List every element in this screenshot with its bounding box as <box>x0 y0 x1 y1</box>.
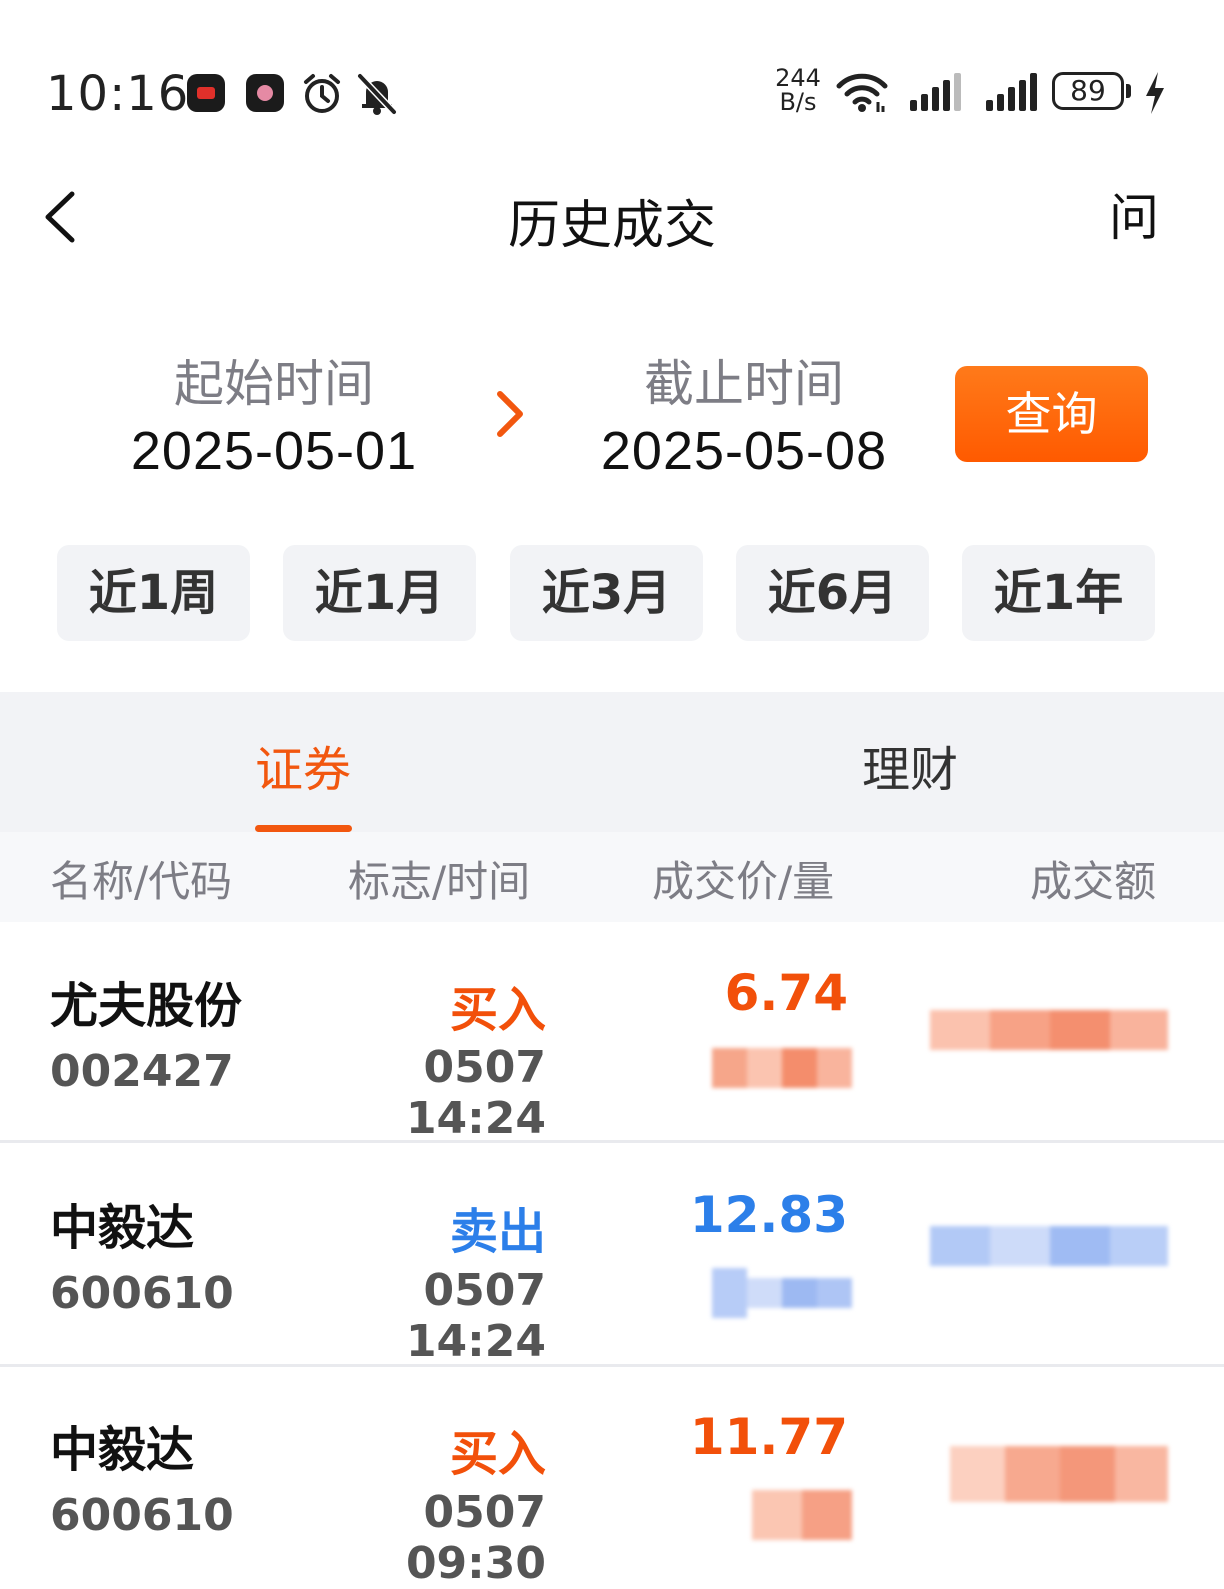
trade-price: 11.77 <box>689 1408 848 1466</box>
trade-time: 0507 14:24 <box>405 1265 546 1367</box>
trade-time: 0507 14:24 <box>405 1042 546 1144</box>
chevron-right-icon <box>497 391 523 437</box>
charging-icon <box>1146 72 1164 114</box>
stock-name: 尤夫股份 <box>50 978 243 1034</box>
trade-side-badge: 卖出 <box>449 1204 546 1260</box>
tab-securities[interactable]: 证券 <box>153 730 453 800</box>
start-date-value[interactable]: 2025-05-01 <box>64 420 484 482</box>
end-date-value[interactable]: 2025-05-08 <box>534 420 954 482</box>
status-time: 10:16 <box>46 66 190 122</box>
stock-code: 600610 <box>50 1268 234 1319</box>
period-chip-1week[interactable]: 近1周 <box>57 545 250 641</box>
redacted-volume <box>712 1048 852 1088</box>
battery-tip <box>1126 84 1131 98</box>
header-price-volume: 成交价/量 <box>652 857 835 906</box>
redacted-amount <box>930 1010 1168 1050</box>
redacted-amount <box>930 1226 1168 1266</box>
period-chip-1month[interactable]: 近1月 <box>283 545 476 641</box>
page-title: 历史成交 <box>507 196 716 256</box>
period-chip-3months[interactable]: 近3月 <box>510 545 703 641</box>
stock-name: 中毅达 <box>50 1422 195 1478</box>
tab-wealth-management[interactable]: 理财 <box>760 730 1060 800</box>
stock-code: 600610 <box>50 1490 234 1541</box>
header-flag-time: 标志/时间 <box>348 857 531 906</box>
end-date-label: 截止时间 <box>644 355 844 413</box>
stock-name: 中毅达 <box>50 1200 195 1256</box>
signal-icon <box>910 73 961 111</box>
start-date-label: 起始时间 <box>174 355 374 413</box>
app-pink-icon <box>246 74 284 112</box>
signal-icon <box>986 73 1037 111</box>
wifi-icon <box>836 73 888 112</box>
query-button[interactable]: 查询 <box>955 366 1148 462</box>
trade-time: 0507 09:30 <box>405 1487 546 1589</box>
trade-side-badge: 买入 <box>449 1426 546 1482</box>
trade-price: 6.74 <box>724 964 848 1022</box>
help-button[interactable]: 问 <box>1104 188 1164 248</box>
bell-off-icon <box>357 73 397 115</box>
alarm-icon <box>304 74 340 113</box>
battery-icon: 89 <box>1052 72 1124 110</box>
redacted-volume <box>712 1268 852 1318</box>
header-name-code: 名称/代码 <box>50 857 233 906</box>
active-tab-indicator <box>255 825 352 832</box>
trade-price: 12.83 <box>689 1186 848 1244</box>
header-amount: 成交额 <box>1030 857 1157 906</box>
trade-side-badge: 买入 <box>449 982 546 1038</box>
period-chip-1year[interactable]: 近1年 <box>962 545 1155 641</box>
stock-code: 002427 <box>50 1046 234 1097</box>
app-red-icon <box>187 74 225 112</box>
network-speed: 244 B/s <box>775 64 821 116</box>
redacted-volume <box>752 1490 852 1540</box>
period-chip-6months[interactable]: 近6月 <box>736 545 929 641</box>
redacted-amount <box>950 1446 1168 1502</box>
